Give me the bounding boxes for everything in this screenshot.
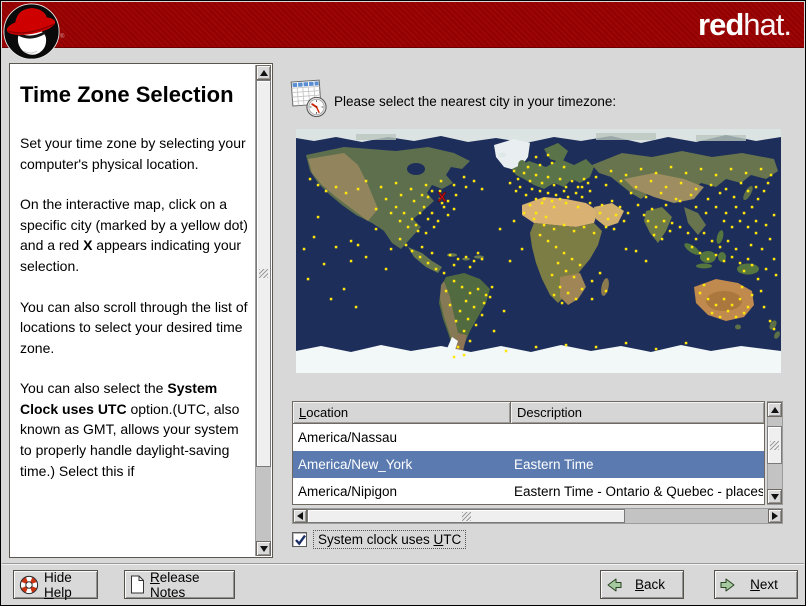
cell-location: America/New_York xyxy=(298,457,413,472)
footer-separator xyxy=(2,563,804,565)
utc-checkbox[interactable] xyxy=(292,532,307,547)
table-body: America/Nassau America/New_York Eastern Ti… xyxy=(292,424,765,505)
cell-location: America/Nassau xyxy=(298,430,398,445)
next-label: Next xyxy=(750,577,778,592)
cell-description: Eastern Time xyxy=(514,457,594,472)
help-content: Time Zone Selection Set your time zone b… xyxy=(10,64,255,557)
scroll-up-button[interactable] xyxy=(767,402,782,417)
next-arrow-icon xyxy=(720,578,735,591)
scrollbar-thumb[interactable] xyxy=(256,80,271,467)
next-button[interactable]: Next xyxy=(714,570,798,599)
cell-description: Eastern Time - Ontario & Quebec - places… xyxy=(514,484,763,499)
page-title: Time Zone Selection xyxy=(20,82,234,107)
header-texture xyxy=(2,2,804,47)
scroll-right-button[interactable] xyxy=(768,509,782,523)
help-panel: Time Zone Selection Set your time zone b… xyxy=(9,63,273,558)
help-paragraph: On the interactive map, click on a speci… xyxy=(20,196,248,274)
table-vertical-scrollbar[interactable] xyxy=(767,401,783,505)
arrow-up-icon xyxy=(770,406,779,413)
thumb-grip-icon xyxy=(770,440,779,450)
brand-light: hat. xyxy=(743,7,792,42)
table-horizontal-scrollbar[interactable] xyxy=(292,508,783,524)
help-paragraph: You can also select the System Clock use… xyxy=(20,380,240,479)
column-header-description[interactable]: Description xyxy=(511,401,765,424)
checkmark-icon xyxy=(295,534,306,546)
timezone-calendar-clock-icon xyxy=(290,79,327,118)
document-icon xyxy=(131,575,144,594)
help-paragraphs: Set your time zone by selecting your com… xyxy=(20,133,251,481)
hide-help-label: Hide Help xyxy=(44,569,72,600)
back-button[interactable]: Back xyxy=(600,570,684,599)
column-header-location[interactable]: Location xyxy=(292,401,511,424)
timezone-table: Location Description America/Nassau Ameri… xyxy=(292,401,783,505)
release-notes-label: Release Notes xyxy=(150,569,200,600)
help-paragraph: Set your time zone by selecting your com… xyxy=(20,135,246,172)
scroll-down-button[interactable] xyxy=(256,541,271,556)
release-notes-button[interactable]: Release Notes xyxy=(124,569,235,600)
help-scrollbar[interactable] xyxy=(255,65,271,556)
prompt-label: Please select the nearest city in your t… xyxy=(334,94,617,109)
arrow-down-icon xyxy=(259,545,268,552)
back-arrow-icon xyxy=(607,578,622,591)
selected-city-marker: X xyxy=(438,190,447,205)
registered-mark: ® xyxy=(60,34,65,40)
table-row[interactable]: America/Nipigon Eastern Time - Ontario & … xyxy=(293,478,764,505)
table-row[interactable]: America/Nassau xyxy=(293,424,764,451)
installer-window: redhat. ® Time Zone Selection Set your t… xyxy=(0,0,806,606)
utc-checkbox-label[interactable]: System clock uses UTC xyxy=(313,530,467,549)
arrow-up-icon xyxy=(259,69,268,76)
arrow-right-icon xyxy=(772,512,778,520)
table-header: Location Description xyxy=(292,401,765,424)
scroll-left-button[interactable] xyxy=(293,509,307,523)
arrow-left-icon xyxy=(297,512,303,520)
cell-location: America/Nipigon xyxy=(298,484,398,499)
help-paragraph: You can also scroll through the list of … xyxy=(20,298,248,356)
scrollbar-thumb[interactable] xyxy=(307,509,625,523)
redhat-shadowman-logo-icon xyxy=(3,3,60,60)
thumb-grip-icon xyxy=(461,511,471,521)
life-preserver-icon xyxy=(19,575,39,594)
scroll-up-button[interactable] xyxy=(256,65,271,80)
redhat-wordmark: redhat. xyxy=(698,7,792,43)
header-bar: redhat. xyxy=(2,2,804,48)
scrollbar-thumb[interactable] xyxy=(767,426,782,464)
thumb-grip-icon xyxy=(259,269,268,278)
table-row[interactable]: America/New_York Eastern Time xyxy=(293,451,764,478)
world-map[interactable]: X xyxy=(296,129,781,373)
hide-help-button[interactable]: Hide Help xyxy=(13,569,98,600)
arrow-down-icon xyxy=(770,493,779,500)
utc-option-row: System clock uses UTC xyxy=(292,530,467,549)
scroll-down-button[interactable] xyxy=(767,489,782,504)
back-label: Back xyxy=(634,577,666,592)
brand-bold: red xyxy=(698,7,744,42)
